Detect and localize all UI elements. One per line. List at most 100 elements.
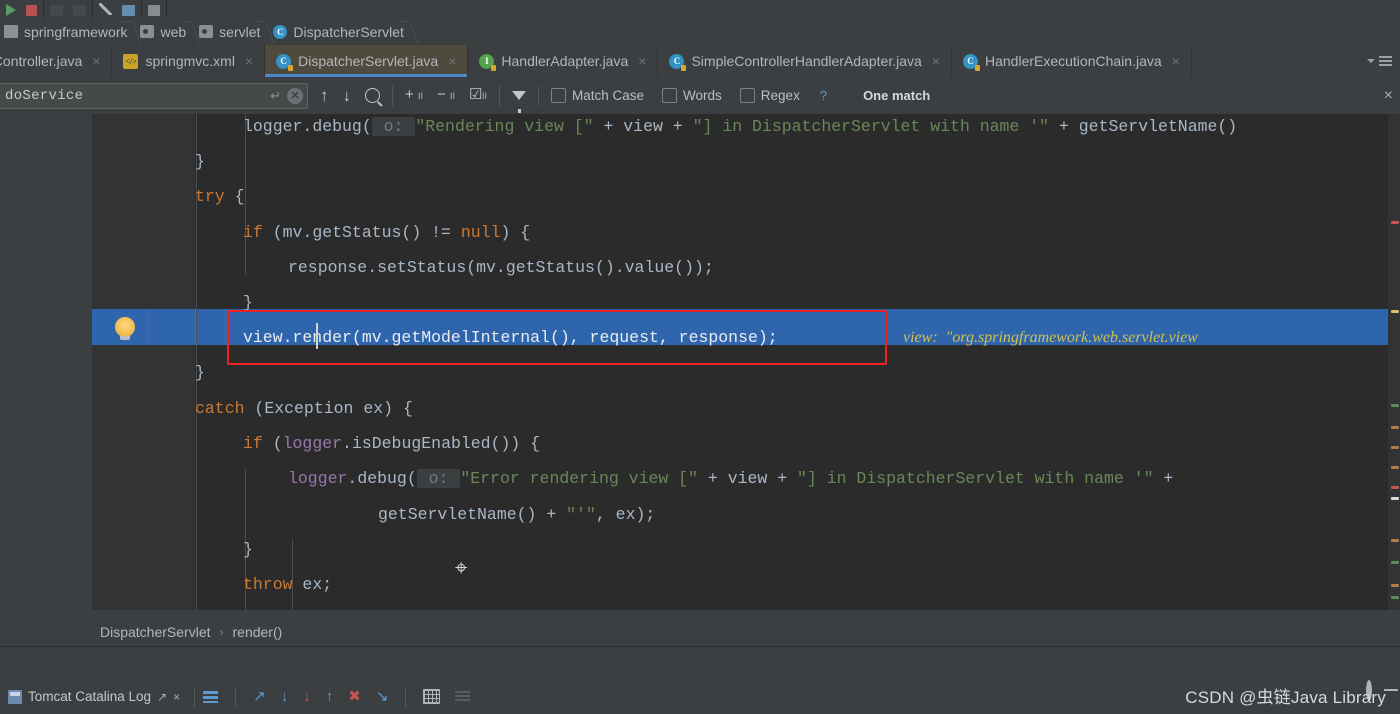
debug-step-icon[interactable] [50, 4, 63, 16]
regex-help-icon[interactable]: ? [820, 88, 827, 103]
wrap-text-icon[interactable] [203, 690, 219, 703]
tab-close-icon[interactable]: × [245, 53, 253, 69]
print-icon[interactable] [423, 689, 441, 704]
scroll-to-end-icon[interactable]: ↗ [253, 689, 266, 704]
pin-tab-icon[interactable]: ↗ [157, 690, 167, 704]
project-structure-icon[interactable] [122, 4, 135, 16]
warning-marker[interactable] [1391, 426, 1399, 429]
scroll-down-icon[interactable]: ↓ [281, 689, 289, 704]
search-field[interactable]: ↵ ✕ [0, 82, 308, 109]
remove-selection-icon[interactable]: − II [437, 87, 455, 103]
editor-marker-bar[interactable] [1388, 114, 1400, 610]
tab-list-icon [1379, 56, 1392, 66]
change-marker[interactable] [1391, 596, 1399, 599]
run-icon[interactable] [6, 3, 16, 16]
tab-springmvc-xml[interactable]: </> springmvc.xml × [112, 45, 266, 77]
warning-marker[interactable] [1391, 310, 1399, 313]
settings-lines-icon[interactable] [455, 691, 471, 702]
breadcrumb-method[interactable]: render() [233, 624, 283, 640]
warning-marker[interactable] [1391, 539, 1399, 542]
toolbar-group-debug [44, 0, 93, 18]
ide-window: springframework web servlet C Dispatcher… [0, 0, 1400, 714]
find-previous-icon[interactable]: ↑ [320, 87, 329, 104]
breadcrumb-item-servlet[interactable]: servlet [195, 18, 269, 45]
debug-step-over-icon[interactable] [73, 4, 86, 16]
select-all-occurrences-icon[interactable] [365, 88, 380, 103]
tab-dispatcherservlet-java[interactable]: C DispatcherServlet.java × [265, 45, 469, 77]
code-line: } [243, 532, 253, 568]
code-token: + view + [697, 469, 798, 488]
close-find-bar-icon[interactable]: × [1384, 87, 1400, 105]
clear-all-icon[interactable]: ✖ [348, 689, 361, 704]
change-marker[interactable] [1391, 404, 1399, 407]
regex-label: Regex [760, 88, 800, 103]
search-input[interactable] [3, 86, 265, 105]
checkbox-box [739, 88, 755, 103]
tab-handlerexecutionchain-java[interactable]: C HandlerExecutionChain.java × [952, 45, 1192, 77]
find-next-icon[interactable]: ↓ [343, 87, 352, 104]
filter-icon[interactable] [512, 91, 526, 113]
tab-close-icon[interactable]: × [638, 53, 646, 69]
parameter-hint: o: [371, 117, 416, 136]
tab-close-icon[interactable]: × [92, 53, 100, 69]
tab-hellocontroller[interactable]: C elloController.java × [0, 45, 113, 77]
regex-checkbox[interactable]: Regex [739, 88, 800, 103]
warning-marker[interactable] [1391, 466, 1399, 469]
code-token: "Error rendering view [" [460, 469, 698, 488]
scroll-to-stacktrace-icon[interactable]: ↘ [376, 689, 389, 704]
breadcrumb-label: web [160, 23, 187, 40]
tab-handleradapter-java[interactable]: I HandlerAdapter.java × [468, 45, 659, 77]
enter-icon[interactable]: ↵ [264, 88, 287, 104]
add-selection-icon[interactable]: + II [405, 87, 423, 103]
scroll-up-icon[interactable]: ↑ [326, 689, 334, 704]
inlay-hint-text: view: "org.springframework.web.servlet.v… [903, 329, 1198, 346]
tab-close-icon[interactable]: × [448, 53, 456, 69]
warning-marker[interactable] [1391, 446, 1399, 449]
tab-simplecontrollerhandleradapter-java[interactable]: C SimpleControllerHandlerAdapter.java × [658, 45, 952, 77]
find-options: Match Case Words Regex ? One match [539, 85, 942, 107]
checkbox-box [551, 88, 566, 103]
find-bar: ↵ ✕ ↑ ↓ +II −II ☑II Match Case Words [0, 77, 1400, 115]
log-toolbar: ↗ ↓ ↓ ↑ ✖ ↘ [203, 686, 471, 707]
select-all-icon[interactable]: ☑ II [469, 87, 487, 103]
folder-icon [140, 25, 155, 38]
error-marker[interactable] [1391, 221, 1399, 224]
warning-marker[interactable] [1391, 584, 1399, 587]
stop-icon[interactable] [26, 4, 37, 16]
divider [194, 686, 196, 707]
words-checkbox[interactable]: Words [662, 88, 722, 103]
code-editor[interactable]: logger.debug( o: "Rendering view [" + vi… [0, 114, 1400, 610]
change-marker[interactable] [1391, 561, 1399, 564]
tomcat-log-icon [8, 689, 22, 704]
clear-icon[interactable]: ✕ [287, 87, 303, 104]
code-token: + view + [593, 117, 693, 136]
breadcrumb-item-dispatcherservlet[interactable]: C DispatcherServlet [269, 18, 413, 45]
code-line: if (logger.isDebugEnabled()) { [243, 426, 540, 462]
build-icon[interactable] [99, 3, 112, 15]
code-token: "] in DispatcherServlet with name '" [692, 117, 1050, 136]
breadcrumb-item-springframework[interactable]: springframework [0, 18, 136, 45]
code-token: (mv.getStatus() != [262, 223, 461, 242]
tab-overflow-button[interactable] [1359, 45, 1400, 77]
caret-marker[interactable] [1391, 497, 1399, 500]
tool-window-tab-tomcat-catalina-log[interactable]: Tomcat Catalina Log ↗ × [0, 689, 186, 704]
tab-label: HandlerAdapter.java [501, 53, 629, 69]
code-token: catch [195, 399, 245, 418]
tab-close-icon[interactable]: × [932, 53, 940, 69]
close-icon[interactable]: × [173, 690, 180, 704]
breadcrumb-item-web[interactable]: web [136, 18, 195, 45]
hide-icon[interactable] [1384, 689, 1398, 691]
breadcrumb-class[interactable]: DispatcherServlet [100, 624, 211, 640]
code-line: catch (Exception ex) { [195, 391, 413, 427]
code-line: response.setStatus(mv.getStatus().value(… [288, 250, 714, 286]
error-marker[interactable] [1391, 486, 1399, 489]
soft-wrap-down-icon[interactable]: ↓ [303, 689, 311, 704]
find-filter-group [500, 85, 538, 113]
words-label: Words [683, 88, 722, 103]
toolbar-group-save [142, 0, 167, 18]
tab-close-icon[interactable]: × [1172, 53, 1180, 69]
save-all-icon[interactable] [148, 4, 160, 16]
match-case-checkbox[interactable]: Match Case [551, 88, 644, 103]
tool-window-label: Tomcat Catalina Log [28, 689, 152, 704]
code-token: throw [243, 575, 293, 594]
